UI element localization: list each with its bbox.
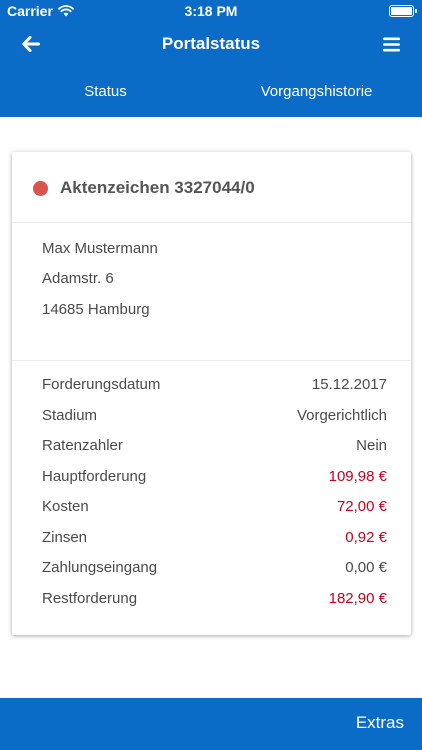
detail-label: Stadium — [42, 407, 98, 424]
detail-row-hauptforderung: Hauptforderung 109,98 € — [42, 468, 387, 492]
detail-value: 0,00 € — [345, 559, 387, 576]
detail-label: Forderungsdatum — [42, 376, 161, 393]
case-card: Aktenzeichen 3327044/0 Max Mustermann Ad… — [12, 152, 411, 635]
detail-label: Zahlungseingang — [42, 559, 158, 576]
detail-row-restforderung: Restforderung 182,90 € — [42, 590, 387, 614]
extras-button[interactable]: Extras — [356, 713, 404, 733]
detail-row-kosten: Kosten 72,00 € — [42, 498, 387, 522]
app-header: Carrier 3:18 PM Portalstatus Status Vorg… — [0, 0, 422, 117]
detail-value: Nein — [356, 437, 387, 454]
nav-bar: Portalstatus — [0, 22, 422, 66]
tab-bar: Status Vorgangshistorie — [0, 66, 422, 117]
detail-label: Kosten — [42, 498, 89, 515]
detail-label: Restforderung — [42, 590, 138, 607]
detail-value: 72,00 € — [336, 498, 387, 515]
detail-label: Hauptforderung — [42, 468, 147, 485]
address-street: Adamstr. 6 — [42, 270, 114, 287]
detail-label: Zinsen — [42, 529, 88, 546]
case-header: Aktenzeichen 3327044/0 — [12, 152, 411, 222]
case-title: Aktenzeichen 3327044/0 — [60, 178, 255, 197]
detail-value: Vorgerichtlich — [296, 407, 387, 424]
battery-icon — [389, 5, 417, 17]
page-title: Portalstatus — [161, 34, 261, 53]
detail-value: 0,92 € — [345, 529, 387, 546]
status-time: 3:18 PM — [184, 3, 238, 19]
status-bar: Carrier 3:18 PM — [0, 0, 422, 22]
detail-row-zinsen: Zinsen 0,92 € — [42, 529, 387, 553]
detail-value: 182,90 € — [328, 590, 387, 607]
detail-row-ratenzahler: Ratenzahler Nein — [42, 437, 387, 461]
detail-value: 15.12.2017 — [311, 376, 387, 393]
tab-vorgangshistorie[interactable]: Vorgangshistorie — [211, 66, 422, 117]
divider — [12, 222, 411, 223]
detail-label: Ratenzahler — [42, 437, 123, 454]
detail-row-forderungsdatum: Forderungsdatum 15.12.2017 — [42, 376, 387, 400]
detail-row-zahlungseingang: Zahlungseingang 0,00 € — [42, 559, 387, 583]
tab-status[interactable]: Status — [0, 66, 211, 117]
footer-bar: Extras — [0, 698, 422, 750]
menu-button[interactable] — [376, 30, 406, 58]
status-indicator — [33, 181, 48, 196]
divider — [12, 360, 411, 361]
detail-row-stadium: Stadium Vorgerichtlich — [42, 407, 387, 431]
address-name: Max Mustermann — [42, 240, 158, 257]
address-city: 14685 Hamburg — [42, 301, 150, 318]
hamburger-menu-icon — [382, 37, 400, 51]
detail-value: 109,98 € — [328, 468, 387, 485]
